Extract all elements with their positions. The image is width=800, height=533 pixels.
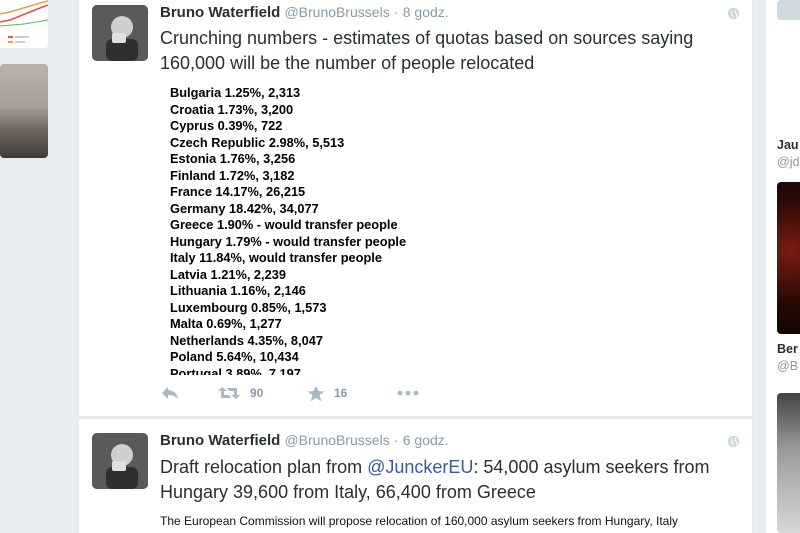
quota-line: Portugal 3.89%, 7,197	[170, 365, 301, 376]
suggestion-name[interactable]: Jau	[777, 138, 799, 152]
suggestion-name[interactable]: Ber	[777, 342, 798, 356]
quota-line: Lithuania 1.16%, 2,146	[170, 283, 306, 298]
suggestion-handle[interactable]: @jd	[777, 155, 799, 169]
avatar-photo	[92, 5, 148, 61]
tweet-header: Bruno Waterfield @BrunoBrussels · 8 godz…	[160, 4, 449, 21]
more-button[interactable]	[397, 383, 419, 403]
quota-line: Bulgaria 1.25%, 2,313	[170, 85, 301, 100]
quota-line: Czech Republic 2.98%, 5,513	[170, 134, 345, 150]
username[interactable]: @BrunoBrussels	[284, 4, 389, 20]
timeline-stream: Bruno Waterfield @BrunoBrussels · 8 godz…	[78, 0, 753, 533]
reply-icon	[162, 387, 178, 399]
tweet-text: Draft relocation plan from @JunckerEU: 5…	[160, 455, 740, 505]
reply-button[interactable]	[160, 383, 180, 403]
suggestion-image[interactable]	[777, 393, 800, 533]
quota-line: Croatia 1.73%, 3,200	[170, 101, 294, 117]
quota-line: Greece 1.90% - would transfer people	[170, 217, 398, 232]
quota-line: Estonia 1.76%, 3,256	[170, 151, 296, 166]
tweet-actions: 90 16	[160, 383, 460, 403]
tweet[interactable]: Bruno Waterfield @BrunoBrussels · 8 godz…	[78, 0, 753, 417]
favorite-button[interactable]: 16	[307, 383, 347, 403]
separator: ·	[393, 432, 399, 448]
attached-image-text[interactable]: The European Commission will propose rel…	[160, 514, 750, 528]
avatar-photo	[92, 433, 148, 489]
avatar[interactable]	[92, 433, 148, 489]
globe-icon	[727, 7, 740, 20]
quota-line: Netherlands 4.35%, 8,047	[170, 332, 323, 348]
more-icon	[397, 390, 419, 396]
left-column	[0, 0, 48, 533]
mention-link[interactable]: @JunckerEU	[367, 457, 473, 477]
retweet-count: 90	[250, 386, 264, 400]
quota-line: Italy 11.84%, would transfer people	[170, 250, 382, 265]
attached-image[interactable]: Bulgaria 1.25%, 2,313 Croatia 1.73%, 3,2…	[160, 83, 740, 375]
suggestion-image[interactable]	[777, 0, 800, 20]
retweet-icon	[218, 387, 240, 399]
retweet-button[interactable]: 90	[217, 383, 263, 403]
display-name[interactable]: Bruno Waterfield	[160, 4, 280, 21]
tweet-text-start: Draft relocation plan from	[160, 457, 368, 477]
username[interactable]: @BrunoBrussels	[284, 432, 389, 448]
timestamp[interactable]: 6 godz.	[403, 432, 449, 448]
quota-line: Luxembourg 0.85%, 1,573	[170, 299, 327, 315]
avatar[interactable]	[92, 5, 148, 61]
tweet-header: Bruno Waterfield @BrunoBrussels · 6 godz…	[160, 432, 449, 449]
quota-line: Cyprus 0.39%, 722	[170, 118, 283, 133]
tweet[interactable]: Bruno Waterfield @BrunoBrussels · 6 godz…	[78, 418, 753, 533]
quota-line: France 14.17%, 26,215	[170, 184, 306, 199]
display-name[interactable]: Bruno Waterfield	[160, 432, 280, 449]
globe-icon	[727, 435, 740, 448]
right-column: Jau @jd Ber @B	[766, 0, 800, 533]
quota-list: Bulgaria 1.25%, 2,313 Croatia 1.73%, 3,2…	[170, 85, 406, 375]
separator: ·	[393, 4, 399, 20]
suggestion-handle[interactable]: @B	[777, 359, 798, 373]
left-trend-card[interactable]	[0, 0, 48, 48]
left-photo-thumbnail[interactable]	[0, 64, 48, 158]
suggestion-image[interactable]	[777, 182, 800, 334]
quota-line: Latvia 1.21%, 2,239	[170, 266, 286, 282]
timestamp[interactable]: 8 godz.	[403, 4, 449, 20]
trend-chart-thumbnail	[0, 0, 48, 48]
quota-line: Hungary 1.79% - would transfer people	[170, 233, 407, 249]
star-icon	[307, 385, 325, 401]
quota-line: Malta 0.69%, 1,277	[170, 316, 282, 331]
quota-line: Finland 1.72%, 3,182	[170, 167, 295, 183]
tweet-text: Crunching numbers - estimates of quotas …	[160, 28, 694, 73]
favorite-count: 16	[334, 386, 348, 400]
quota-line: Germany 18.42%, 34,077	[170, 200, 319, 216]
quota-line: Poland 5.64%, 10,434	[170, 349, 299, 364]
